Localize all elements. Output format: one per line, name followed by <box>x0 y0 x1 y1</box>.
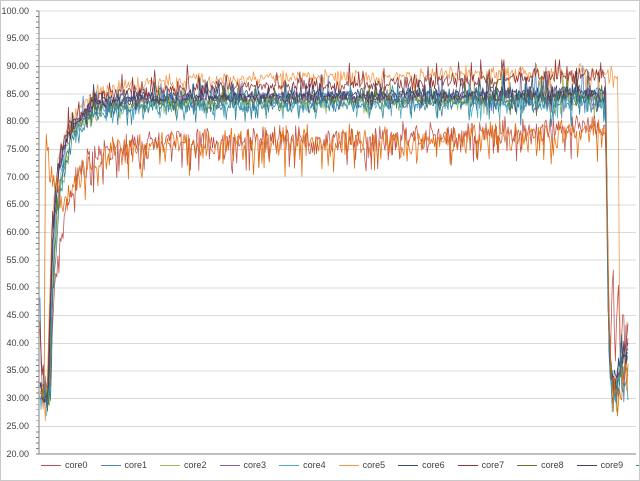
chart-area: 100.00 95.00 90.00 85.00 80.00 75.00 70.00 65.0… <box>0 0 640 481</box>
y-axis-label: 20.00 <box>6 450 29 459</box>
y-axis-label: 75.00 <box>6 145 29 154</box>
y-axis-label: 55.00 <box>6 256 29 265</box>
legend-label: core9 <box>601 460 624 470</box>
y-axis-label: 35.00 <box>6 366 29 375</box>
y-axis-label: 100.00 <box>1 7 29 16</box>
legend-line-swatch <box>636 465 640 466</box>
legend-item-core6: core6 <box>398 460 445 470</box>
y-axis-label: 30.00 <box>6 394 29 403</box>
legend-label: core6 <box>422 460 445 470</box>
legend-label: core7 <box>482 460 505 470</box>
legend-item-core7: core7 <box>458 460 505 470</box>
y-axis-label: 45.00 <box>6 311 29 320</box>
legend-line-swatch <box>101 465 121 466</box>
y-axis-label: 95.00 <box>6 34 29 43</box>
legend-item-core1: core1 <box>101 460 148 470</box>
series-line-core9 <box>40 68 628 402</box>
legend-line-swatch <box>398 465 418 466</box>
legend-item-core4: core4 <box>279 460 326 470</box>
legend-line-swatch <box>220 465 240 466</box>
legend-line-swatch <box>279 465 299 466</box>
legend-label: core3 <box>244 460 267 470</box>
y-axis-labels: 100.00 95.00 90.00 85.00 80.00 75.00 70.00 65.0… <box>1 1 35 481</box>
legend: core0 core1 core2 core3 core4 core5 core… <box>41 457 631 473</box>
legend-label: core0 <box>65 460 88 470</box>
legend-item-core10: core10 <box>636 460 640 470</box>
y-axis-label: 70.00 <box>6 173 29 182</box>
y-axis-label: 80.00 <box>6 117 29 126</box>
y-axis-label: 25.00 <box>6 422 29 431</box>
legend-line-swatch <box>517 465 537 466</box>
legend-line-swatch <box>339 465 359 466</box>
legend-line-swatch <box>41 465 61 466</box>
legend-item-core2: core2 <box>160 460 207 470</box>
y-axis-label: 50.00 <box>6 283 29 292</box>
plot-svg <box>1 1 640 481</box>
legend-line-swatch <box>577 465 597 466</box>
legend-item-core5: core5 <box>339 460 386 470</box>
series-line-core8 <box>40 76 628 405</box>
y-axis-label: 60.00 <box>6 228 29 237</box>
legend-item-core0: core0 <box>41 460 88 470</box>
y-axis-label: 40.00 <box>6 339 29 348</box>
y-axis-label: 90.00 <box>6 62 29 71</box>
y-axis-label: 65.00 <box>6 200 29 209</box>
legend-label: core5 <box>363 460 386 470</box>
legend-item-core3: core3 <box>220 460 267 470</box>
legend-item-core9: core9 <box>577 460 624 470</box>
series-line-core4 <box>40 71 628 416</box>
legend-line-swatch <box>160 465 180 466</box>
series-lines <box>40 60 628 421</box>
series-line-core6 <box>40 69 628 411</box>
legend-item-core8: core8 <box>517 460 564 470</box>
legend-label: core1 <box>125 460 148 470</box>
legend-label: core8 <box>541 460 564 470</box>
y-axis-label: 85.00 <box>6 90 29 99</box>
legend-line-swatch <box>458 465 478 466</box>
legend-label: core2 <box>184 460 207 470</box>
legend-label: core4 <box>303 460 326 470</box>
series-line-core10 <box>40 81 628 408</box>
